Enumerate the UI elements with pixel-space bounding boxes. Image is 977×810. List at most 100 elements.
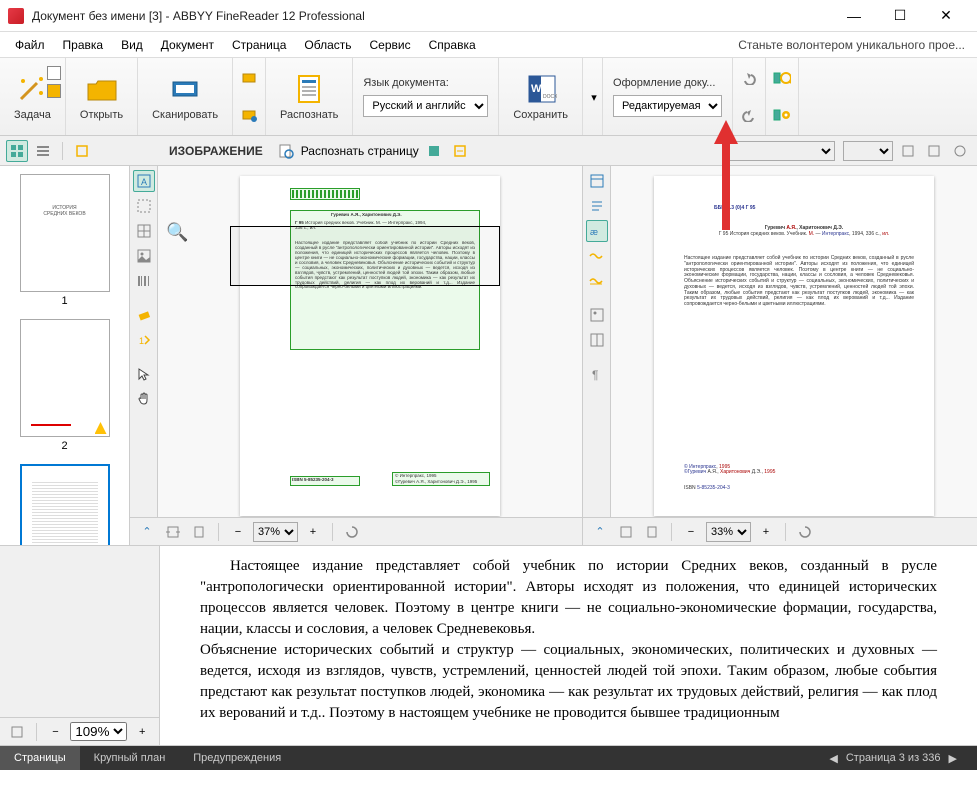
menu-page[interactable]: Страница xyxy=(223,34,295,56)
recognize-label: Распознать xyxy=(280,109,338,121)
image-area-icon[interactable] xyxy=(133,245,155,267)
result-fit-page-icon[interactable] xyxy=(641,521,663,543)
editor-status: ⌃ − 37% + xyxy=(130,517,582,545)
result-para-icon[interactable]: ¶ xyxy=(586,363,608,385)
minimize-button[interactable]: — xyxy=(831,2,877,30)
scan-label: Сканировать xyxy=(152,109,218,121)
view-props-icon[interactable] xyxy=(71,140,93,162)
result-wave-icon[interactable] xyxy=(586,245,608,267)
result-canvas[interactable]: ББК63.3 (0)4 Г 95 Гуревич А.Я., Харитоно… xyxy=(611,166,977,517)
result-tool2-icon[interactable] xyxy=(923,140,945,162)
result-dict-icon[interactable]: æ xyxy=(586,220,608,242)
warning-icon xyxy=(95,422,107,434)
recognize-button[interactable]: Распознать xyxy=(266,58,353,135)
status-tab-warnings[interactable]: Предупреждения xyxy=(179,746,295,770)
recognize-page-label[interactable]: Распознать страницу xyxy=(301,144,419,158)
thumb-3[interactable]: 3 xyxy=(20,464,110,545)
zoom-out-icon[interactable]: − xyxy=(227,521,249,543)
settings-icon[interactable] xyxy=(772,105,792,125)
view-list-icon[interactable] xyxy=(32,140,54,162)
thumb-2[interactable]: 2 xyxy=(20,319,110,452)
nav-prev-icon[interactable]: ◀ xyxy=(829,752,837,765)
result-table-icon[interactable] xyxy=(586,329,608,351)
select-area-icon[interactable] xyxy=(133,195,155,217)
pages-pane[interactable]: ИСТОРИЯСРЕДНИХ ВЕКОВ 1 2 3 4 xyxy=(0,166,130,545)
editor-canvas[interactable]: 🔍 Гуревич А.Я., Харитонович Д.Э. Г 95 Ис… xyxy=(158,166,582,517)
editor-page[interactable]: Гуревич А.Я., Харитонович Д.Э. Г 95 Исто… xyxy=(240,176,500,516)
save-dropdown[interactable]: ▾ xyxy=(586,58,602,136)
text-body[interactable]: Настоящее издание представляет собой уче… xyxy=(160,546,977,745)
text-zoom[interactable]: 109% xyxy=(70,722,127,741)
hand-icon[interactable] xyxy=(133,388,155,410)
view-thumbs-icon[interactable] xyxy=(6,140,28,162)
result-fit-width-icon[interactable] xyxy=(615,521,637,543)
table-area-icon[interactable] xyxy=(133,220,155,242)
language-select[interactable]: Русский и английс xyxy=(363,95,488,117)
barcode-area-icon[interactable] xyxy=(133,270,155,292)
menu-document[interactable]: Документ xyxy=(152,34,223,56)
result-collapse-icon[interactable]: ⌃ xyxy=(589,521,611,543)
scan-settings-icon[interactable] xyxy=(239,68,259,88)
maximize-button[interactable]: ☐ xyxy=(877,2,923,30)
result-tool3-icon[interactable] xyxy=(949,140,971,162)
eraser-icon[interactable] xyxy=(133,304,155,326)
task-button[interactable]: Задача xyxy=(0,58,66,135)
editor-zoom[interactable]: 37% xyxy=(253,522,298,542)
result-img-icon[interactable] xyxy=(586,304,608,326)
editor-collapse-icon[interactable]: ⌃ xyxy=(136,521,158,543)
titlebar: Документ без имени [3] - ABBYY FineReade… xyxy=(0,0,977,32)
text-zoom-out-icon[interactable]: − xyxy=(45,721,67,743)
result-zoom-out-icon[interactable]: − xyxy=(680,521,702,543)
zoom-in-icon[interactable]: + xyxy=(302,521,324,543)
options-icon[interactable] xyxy=(772,68,792,88)
fit-width-icon[interactable] xyxy=(162,521,184,543)
result-size-select[interactable] xyxy=(843,141,893,161)
text-expand-icon[interactable] xyxy=(6,721,28,743)
rotate-icon[interactable] xyxy=(341,521,363,543)
result-layout-icon[interactable] xyxy=(586,170,608,192)
scan-folder-icon[interactable] xyxy=(239,105,259,125)
result-page[interactable]: ББК63.3 (0)4 Г 95 Гуревич А.Я., Харитоно… xyxy=(654,176,934,516)
result-zoom-in-icon[interactable]: + xyxy=(755,521,777,543)
order-icon[interactable]: 1 xyxy=(133,329,155,351)
result-rotate-icon[interactable] xyxy=(794,521,816,543)
thumb-1[interactable]: ИСТОРИЯСРЕДНИХ ВЕКОВ 1 xyxy=(20,174,110,307)
menu-service[interactable]: Сервис xyxy=(361,34,420,56)
open-button[interactable]: Открыть xyxy=(66,58,138,135)
volunteer-link[interactable]: Станьте волонтером уникального прое... xyxy=(738,38,971,52)
status-tab-pages[interactable]: Страницы xyxy=(0,746,80,770)
text-area-icon[interactable]: A xyxy=(133,170,155,192)
result-font-select[interactable] xyxy=(725,141,835,161)
undo-button[interactable] xyxy=(739,68,759,88)
text-zoom-in-icon[interactable]: + xyxy=(131,721,153,743)
result-mark-icon[interactable] xyxy=(586,270,608,292)
save-button[interactable]: WDOCX Сохранить ▾ xyxy=(499,58,583,135)
menu-edit[interactable]: Правка xyxy=(54,34,113,56)
menu-area[interactable]: Область xyxy=(295,34,360,56)
main-panes: ИСТОРИЯСРЕДНИХ ВЕКОВ 1 2 3 4 A xyxy=(0,166,977,546)
word-icon: WDOCX xyxy=(525,73,557,105)
menu-help[interactable]: Справка xyxy=(420,34,485,56)
recognize-icon xyxy=(293,73,325,105)
close-button[interactable]: ✕ xyxy=(923,2,969,30)
pointer-icon[interactable] xyxy=(133,363,155,385)
image-edit-icon[interactable] xyxy=(449,140,471,162)
svg-text:DOCX: DOCX xyxy=(543,94,557,100)
style-select[interactable]: Редактируемая к xyxy=(613,95,722,117)
image-label: ИЗОБРАЖЕНИЕ xyxy=(169,144,263,158)
folder-icon xyxy=(47,84,61,98)
recognize-page-icon[interactable] xyxy=(275,140,297,162)
result-tool1-icon[interactable] xyxy=(897,140,919,162)
result-text-icon[interactable] xyxy=(586,195,608,217)
nav-next-icon[interactable]: ▶ xyxy=(949,752,957,765)
scan-icon xyxy=(169,73,201,105)
menu-view[interactable]: Вид xyxy=(112,34,152,56)
scan-button[interactable]: Сканировать xyxy=(138,58,233,135)
svg-text:A: A xyxy=(141,177,147,187)
status-tab-closeup[interactable]: Крупный план xyxy=(80,746,180,770)
result-zoom[interactable]: 33% xyxy=(706,522,751,542)
fit-page-icon[interactable] xyxy=(188,521,210,543)
redo-button[interactable] xyxy=(739,105,759,125)
analyze-icon[interactable] xyxy=(423,140,445,162)
menu-file[interactable]: Файл xyxy=(6,34,54,56)
